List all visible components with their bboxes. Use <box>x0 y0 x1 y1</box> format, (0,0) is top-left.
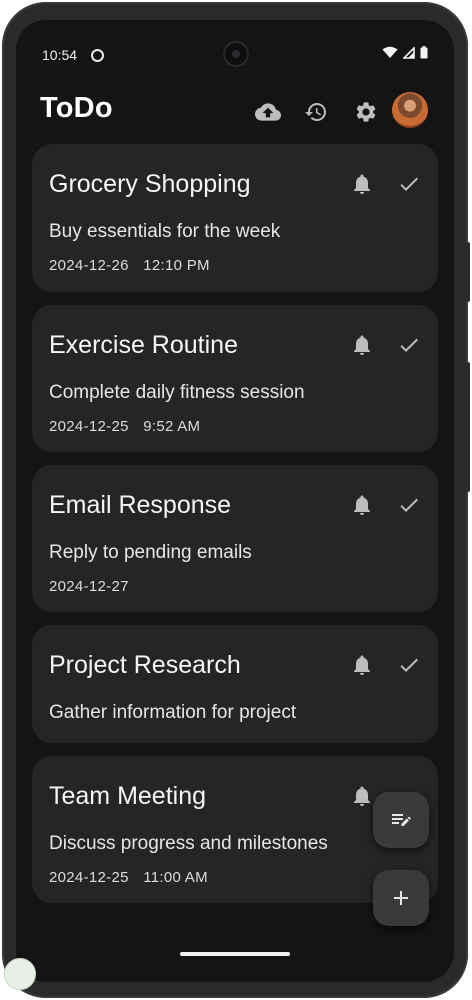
task-title: Grocery Shopping <box>49 170 251 198</box>
task-description: Complete daily fitness session <box>49 382 305 403</box>
front-camera <box>225 43 247 65</box>
bell-icon <box>354 495 370 515</box>
check-icon <box>400 338 418 352</box>
task-card[interactable]: Email Response Reply to pending emails 2… <box>32 465 438 612</box>
status-icons <box>382 46 428 59</box>
add-task-fab[interactable] <box>373 870 429 926</box>
volume-button <box>466 242 470 302</box>
task-datetime: 2024-12-25 9:52 AM <box>49 418 200 435</box>
task-time: 11:00 AM <box>143 869 208 886</box>
complete-button[interactable] <box>397 333 421 357</box>
task-datetime: 2024-12-27 <box>49 578 129 595</box>
task-date: 2024-12-27 <box>49 578 129 595</box>
task-title: Project Research <box>49 651 241 679</box>
battery-icon <box>420 46 428 59</box>
task-description: Buy essentials for the week <box>49 221 281 242</box>
bell-icon <box>354 786 370 806</box>
task-date: 2024-12-25 <box>49 869 129 886</box>
restore-button[interactable] <box>298 94 334 130</box>
bell-icon <box>354 174 370 194</box>
edit-note-icon <box>392 814 411 826</box>
task-datetime: 2024-12-26 12:10 PM <box>49 257 210 274</box>
wifi-icon <box>382 46 398 58</box>
complete-button[interactable] <box>397 172 421 196</box>
task-datetime: 2024-12-25 11:00 AM <box>49 869 208 886</box>
check-icon <box>400 177 418 191</box>
edit-fab[interactable] <box>373 792 429 848</box>
restore-icon <box>305 103 326 121</box>
phone-frame: 10:54 ToDo Grocery Shopping Buy essentia… <box>2 2 470 998</box>
screen: 10:54 ToDo Grocery Shopping Buy essentia… <box>16 20 454 982</box>
task-title: Email Response <box>49 491 232 519</box>
cell-signal-icon <box>403 46 415 59</box>
check-icon <box>400 498 418 512</box>
settings-icon <box>356 102 376 122</box>
plus-icon <box>394 891 408 905</box>
cloud-upload-icon <box>255 103 281 121</box>
app-title: ToDo <box>40 92 113 124</box>
bell-icon <box>354 655 370 675</box>
task-date: 2024-12-25 <box>49 418 129 435</box>
status-time: 10:54 <box>42 47 78 63</box>
watermark-logo-icon <box>4 958 36 990</box>
task-card[interactable]: Exercise Routine Complete daily fitness … <box>32 305 438 452</box>
complete-button[interactable] <box>397 493 421 517</box>
reminder-button[interactable] <box>350 333 374 357</box>
task-time: 9:52 AM <box>143 418 201 435</box>
task-description: Discuss progress and milestones <box>49 833 328 854</box>
bell-icon <box>354 335 370 355</box>
sync-button[interactable] <box>250 94 286 130</box>
complete-button[interactable] <box>397 653 421 677</box>
power-button <box>466 362 470 492</box>
home-indicator[interactable] <box>180 952 290 956</box>
settings-button[interactable] <box>348 94 384 130</box>
check-icon <box>400 658 418 672</box>
reminder-button[interactable] <box>350 653 374 677</box>
task-date: 2024-12-26 <box>49 257 129 274</box>
notification-dot-icon <box>91 49 104 62</box>
task-time: 12:10 PM <box>143 257 210 274</box>
task-title: Exercise Routine <box>49 331 238 359</box>
reminder-button[interactable] <box>350 784 374 808</box>
task-description: Reply to pending emails <box>49 542 252 563</box>
task-card[interactable]: Grocery Shopping Buy essentials for the … <box>32 144 438 292</box>
task-title: Team Meeting <box>49 782 207 810</box>
reminder-button[interactable] <box>350 172 374 196</box>
avatar[interactable] <box>392 92 428 128</box>
task-description: Gather information for project <box>49 702 297 723</box>
task-card[interactable]: Project Research Gather information for … <box>32 625 438 743</box>
reminder-button[interactable] <box>350 493 374 517</box>
status-bar: 10:54 <box>16 20 454 90</box>
